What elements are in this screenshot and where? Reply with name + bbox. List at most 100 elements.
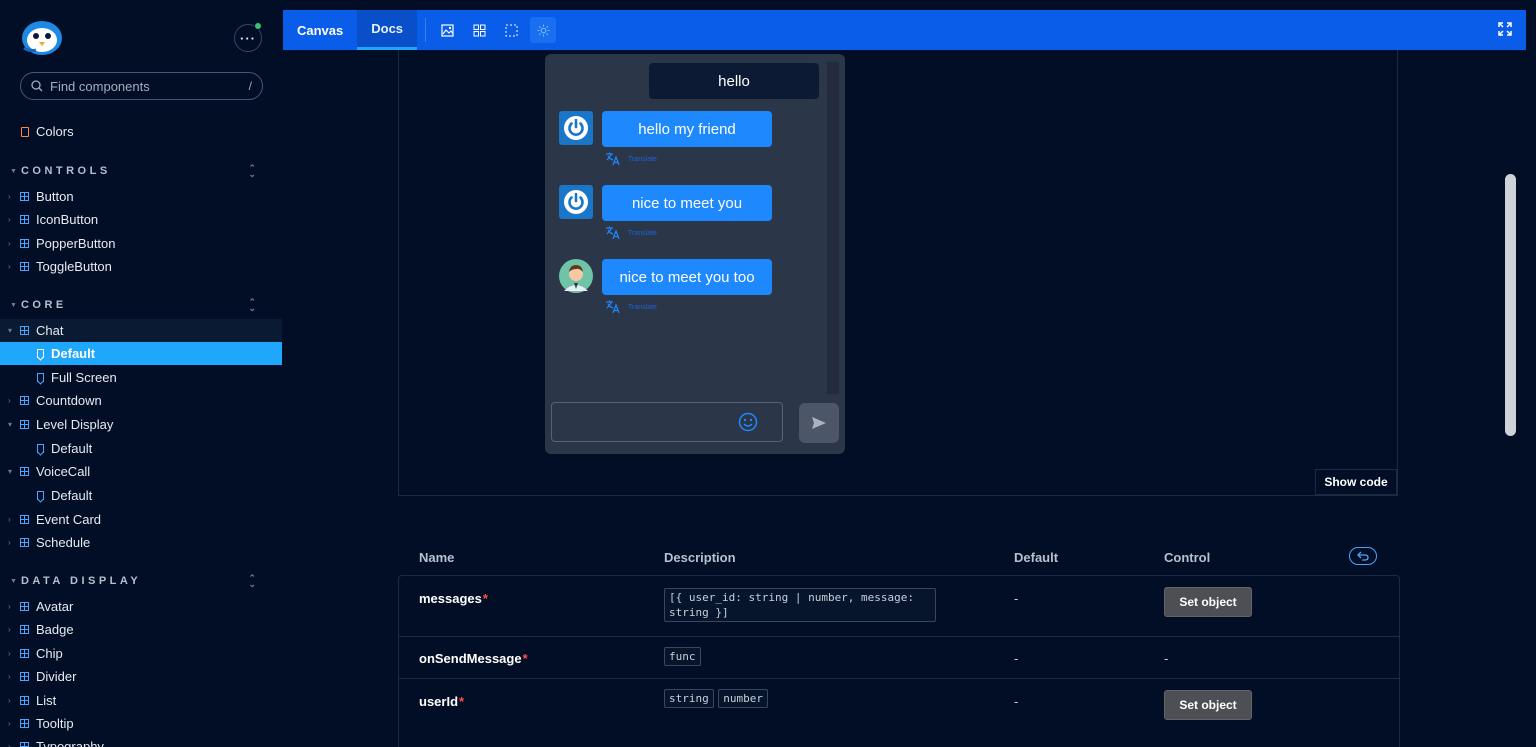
- component-icon: [20, 538, 29, 547]
- fullscreen-button[interactable]: [1498, 22, 1512, 41]
- tab-docs[interactable]: Docs: [357, 10, 418, 50]
- table-row: userId* string number - Set object: [399, 678, 1399, 734]
- reset-controls-button[interactable]: [1349, 547, 1377, 565]
- message-input[interactable]: [551, 402, 783, 442]
- expand-collapse-icon[interactable]: ⌃ ⌄: [248, 574, 256, 589]
- translate-link[interactable]: Translate: [605, 300, 657, 314]
- collapse-caret-icon: ▼: [10, 301, 17, 309]
- logo-icon: [20, 18, 64, 56]
- caret-right-icon: ›: [8, 239, 11, 248]
- sidebar-item-level-display[interactable]: ▾ Level Display: [0, 413, 282, 436]
- section-data-display[interactable]: ▼ DATA DISPLAY ⌃ ⌄: [0, 571, 282, 591]
- translate-icon: [606, 152, 620, 166]
- sidebar-story-level-default[interactable]: Default: [0, 437, 282, 460]
- component-icon: [20, 467, 29, 476]
- sidebar-item-label: Default: [51, 488, 93, 503]
- more-menu-button[interactable]: ···: [234, 22, 262, 52]
- background-image-button[interactable]: [434, 17, 460, 43]
- translate-icon: [606, 226, 620, 240]
- search-icon: [31, 80, 43, 92]
- sidebar-item-tooltip[interactable]: › Tooltip: [0, 712, 282, 735]
- sidebar-item-list[interactable]: › List: [0, 689, 282, 712]
- expand-collapse-icon[interactable]: ⌃ ⌄: [248, 298, 256, 313]
- translate-link[interactable]: Translate: [605, 152, 657, 166]
- type-code: string: [664, 689, 714, 708]
- set-object-button[interactable]: Set object: [1164, 690, 1252, 720]
- arg-default: -: [1014, 591, 1019, 606]
- outline-button[interactable]: [498, 17, 524, 43]
- sidebar-item-label: Badge: [36, 622, 74, 637]
- sidebar-item-label: Button: [36, 189, 74, 204]
- sidebar-item-label: IconButton: [36, 212, 99, 227]
- sidebar-item-schedule[interactable]: › Schedule: [0, 531, 282, 554]
- sidebar-item-colors[interactable]: Colors: [0, 120, 282, 143]
- sidebar-story-voicecall-default[interactable]: Default: [0, 484, 282, 507]
- component-icon: [20, 719, 29, 728]
- tab-canvas[interactable]: Canvas: [283, 10, 357, 50]
- sidebar-item-button[interactable]: › Button: [0, 185, 282, 208]
- bookmark-icon: [37, 444, 44, 453]
- arg-description: func: [664, 647, 939, 666]
- translate-label: Translate: [628, 155, 657, 163]
- translate-icon: [606, 300, 620, 314]
- more-icon: ···: [240, 30, 256, 46]
- power-icon: [564, 190, 588, 214]
- caret-right-icon: ›: [8, 719, 11, 728]
- expand-collapse-icon[interactable]: ⌃ ⌄: [248, 164, 256, 179]
- sidebar: ··· Find components / Colors ▼ CONTROLS …: [0, 0, 282, 747]
- component-icon: [20, 696, 29, 705]
- section-core[interactable]: ▼ CORE ⌃ ⌄: [0, 295, 282, 315]
- sidebar-item-countdown[interactable]: › Countdown: [0, 389, 282, 412]
- sidebar-item-label: Colors: [36, 124, 74, 139]
- sidebar-item-chip[interactable]: › Chip: [0, 642, 282, 665]
- bookmark-icon: [37, 491, 44, 500]
- search-input[interactable]: Find components: [50, 79, 249, 94]
- caret-right-icon: ›: [8, 396, 11, 405]
- sidebar-story-chat-fullscreen[interactable]: Full Screen: [0, 366, 282, 389]
- caret-right-icon: ›: [8, 515, 11, 524]
- collapse-caret-icon: ▼: [10, 577, 17, 585]
- type-code: number: [718, 689, 768, 708]
- sidebar-item-label: Chip: [36, 646, 63, 661]
- sidebar-item-badge[interactable]: › Badge: [0, 618, 282, 641]
- arg-default: -: [1014, 651, 1019, 666]
- emoji-icon[interactable]: [738, 412, 758, 432]
- sidebar-story-chat-default[interactable]: Default: [0, 342, 282, 365]
- chat-scrollbar[interactable]: [827, 62, 839, 394]
- sidebar-item-event-card[interactable]: › Event Card: [0, 508, 282, 531]
- grid-button[interactable]: [466, 17, 492, 43]
- sidebar-item-typography[interactable]: › Typography: [0, 735, 282, 747]
- table-row: onSendMessage* func - -: [399, 636, 1399, 678]
- component-icon: [20, 215, 29, 224]
- sidebar-item-iconbutton[interactable]: › IconButton: [0, 208, 282, 231]
- sidebar-item-divider[interactable]: › Divider: [0, 665, 282, 688]
- component-icon: [20, 239, 29, 248]
- component-icon: [20, 649, 29, 658]
- sidebar-item-togglebutton[interactable]: › ToggleButton: [0, 255, 282, 278]
- show-code-button[interactable]: Show code: [1315, 469, 1397, 495]
- section-controls[interactable]: ▼ CONTROLS ⌃ ⌄: [0, 161, 282, 181]
- sidebar-item-chat[interactable]: ▾ Chat: [0, 319, 282, 342]
- page-scrollbar[interactable]: [1505, 174, 1516, 436]
- translate-link[interactable]: Translate: [605, 226, 657, 240]
- person-avatar-icon: [559, 259, 593, 293]
- component-icon: [20, 625, 29, 634]
- section-title: CONTROLS: [20, 165, 111, 177]
- component-icon: [20, 420, 29, 429]
- story-preview: hello hello my friend Translate nice to …: [398, 50, 1398, 496]
- sidebar-item-label: Event Card: [36, 512, 102, 527]
- caret-right-icon: ›: [8, 696, 11, 705]
- caret-right-icon: ›: [8, 538, 11, 547]
- sidebar-item-voicecall[interactable]: ▾ VoiceCall: [0, 460, 282, 483]
- type-code: func: [664, 647, 701, 666]
- sidebar-item-popperbutton[interactable]: › PopperButton: [0, 232, 282, 255]
- arg-control: -: [1164, 651, 1169, 666]
- set-object-button[interactable]: Set object: [1164, 587, 1252, 617]
- send-button[interactable]: [799, 403, 839, 443]
- required-marker: *: [459, 694, 465, 709]
- search-field[interactable]: Find components /: [20, 72, 263, 100]
- sidebar-item-avatar[interactable]: › Avatar: [0, 595, 282, 618]
- sidebar-item-label: Level Display: [36, 417, 114, 432]
- avatar: [559, 185, 593, 219]
- theme-toggle-button[interactable]: [530, 17, 557, 43]
